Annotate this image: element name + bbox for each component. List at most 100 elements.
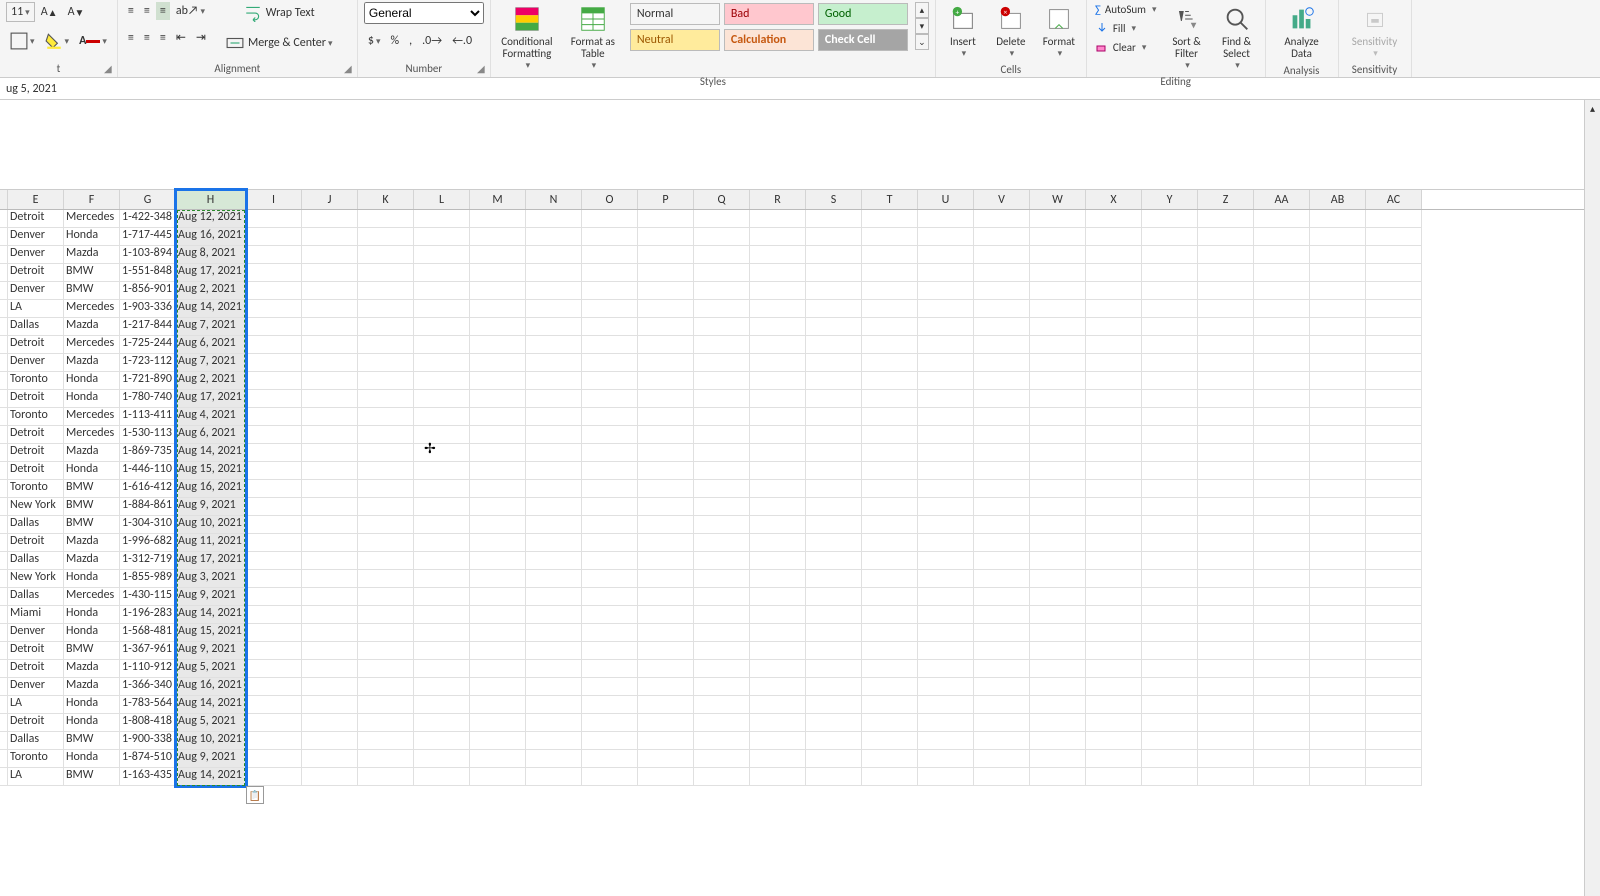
cell[interactable]: [1254, 768, 1310, 786]
cell[interactable]: [1310, 354, 1366, 372]
cell[interactable]: [638, 606, 694, 624]
cell[interactable]: [414, 516, 470, 534]
cell[interactable]: New York: [8, 570, 64, 588]
cell[interactable]: BMW: [64, 498, 120, 516]
cell[interactable]: [1254, 552, 1310, 570]
column-header-G[interactable]: G: [120, 190, 176, 209]
cell-styles-gallery[interactable]: Normal Bad Good Neutral Calculation Chec…: [629, 2, 909, 52]
cell[interactable]: [1086, 588, 1142, 606]
cell[interactable]: [918, 318, 974, 336]
cell[interactable]: [806, 534, 862, 552]
cell[interactable]: [1198, 750, 1254, 768]
cell[interactable]: [358, 732, 414, 750]
cell[interactable]: [470, 408, 526, 426]
cell[interactable]: [806, 228, 862, 246]
cell[interactable]: [1310, 570, 1366, 588]
cell[interactable]: [470, 768, 526, 786]
cell[interactable]: [1086, 444, 1142, 462]
cell[interactable]: 1-366-340: [120, 678, 176, 696]
cell[interactable]: [750, 768, 806, 786]
style-neutral[interactable]: Neutral: [630, 29, 720, 51]
cell[interactable]: [806, 552, 862, 570]
cell[interactable]: [862, 246, 918, 264]
cell[interactable]: [302, 588, 358, 606]
cell[interactable]: [862, 498, 918, 516]
cell[interactable]: [414, 624, 470, 642]
cell[interactable]: [1086, 768, 1142, 786]
cell[interactable]: [358, 210, 414, 228]
cell[interactable]: [246, 696, 302, 714]
table-row[interactable]: LABMW1-163-435Aug 14, 2021: [0, 768, 1600, 786]
cell[interactable]: [470, 606, 526, 624]
cell[interactable]: [414, 426, 470, 444]
find-select-button[interactable]: Find & Select▾: [1215, 2, 1259, 73]
alignment-dialog-launcher-icon[interactable]: ◢: [341, 61, 355, 75]
cell[interactable]: Aug 17, 2021: [176, 390, 246, 408]
cell[interactable]: [694, 750, 750, 768]
cell[interactable]: [358, 714, 414, 732]
cell[interactable]: [638, 678, 694, 696]
cell[interactable]: [1366, 282, 1422, 300]
column-header-R[interactable]: R: [750, 190, 806, 209]
cell[interactable]: [694, 516, 750, 534]
cell[interactable]: [582, 534, 638, 552]
sort-filter-button[interactable]: Sort & Filter▾: [1165, 2, 1209, 73]
format-as-table-button[interactable]: Format as Table▾: [563, 2, 623, 73]
cell[interactable]: [1198, 732, 1254, 750]
cell[interactable]: [806, 516, 862, 534]
cell[interactable]: [694, 768, 750, 786]
cell[interactable]: Mercedes: [64, 336, 120, 354]
cell[interactable]: [358, 534, 414, 552]
cell[interactable]: Detroit: [8, 390, 64, 408]
column-header-U[interactable]: U: [918, 190, 974, 209]
cell[interactable]: [750, 498, 806, 516]
cell[interactable]: [246, 444, 302, 462]
cell[interactable]: [1198, 570, 1254, 588]
cell[interactable]: [862, 696, 918, 714]
delete-button[interactable]: ×Delete▾: [990, 2, 1032, 61]
wrap-text-button[interactable]: Wrap Text: [222, 2, 337, 24]
cell[interactable]: [526, 444, 582, 462]
cell[interactable]: [1142, 624, 1198, 642]
cell[interactable]: [1254, 426, 1310, 444]
cell[interactable]: [806, 696, 862, 714]
cell[interactable]: Aug 3, 2021: [176, 570, 246, 588]
cell[interactable]: [638, 660, 694, 678]
cell[interactable]: 1-430-115: [120, 588, 176, 606]
cell[interactable]: [582, 246, 638, 264]
cell[interactable]: [750, 444, 806, 462]
cell[interactable]: [1366, 318, 1422, 336]
cell[interactable]: [414, 210, 470, 228]
cell[interactable]: [1310, 606, 1366, 624]
column-header-Z[interactable]: Z: [1198, 190, 1254, 209]
column-header-Y[interactable]: Y: [1142, 190, 1198, 209]
cell[interactable]: Toronto: [8, 372, 64, 390]
cell[interactable]: [526, 714, 582, 732]
cell[interactable]: [750, 462, 806, 480]
clear-button[interactable]: Clear▾: [1093, 39, 1159, 55]
cell[interactable]: [470, 696, 526, 714]
table-row[interactable]: DenverHonda1-717-445Aug 16, 2021: [0, 228, 1600, 246]
cell[interactable]: Honda: [64, 624, 120, 642]
cell[interactable]: [1142, 588, 1198, 606]
cell[interactable]: [414, 588, 470, 606]
cell[interactable]: [358, 300, 414, 318]
cell[interactable]: [1142, 336, 1198, 354]
cell[interactable]: [694, 588, 750, 606]
cell[interactable]: [918, 696, 974, 714]
cell[interactable]: [1030, 282, 1086, 300]
cell[interactable]: [526, 498, 582, 516]
cell[interactable]: [918, 336, 974, 354]
cell[interactable]: [694, 480, 750, 498]
cell[interactable]: [358, 462, 414, 480]
cell[interactable]: [694, 678, 750, 696]
cell[interactable]: [918, 606, 974, 624]
cell[interactable]: [1366, 354, 1422, 372]
cell[interactable]: [694, 390, 750, 408]
cell[interactable]: 1-530-113: [120, 426, 176, 444]
cell[interactable]: [862, 426, 918, 444]
cell[interactable]: [974, 570, 1030, 588]
cell[interactable]: [1310, 660, 1366, 678]
cell[interactable]: [526, 534, 582, 552]
cell[interactable]: [1310, 588, 1366, 606]
